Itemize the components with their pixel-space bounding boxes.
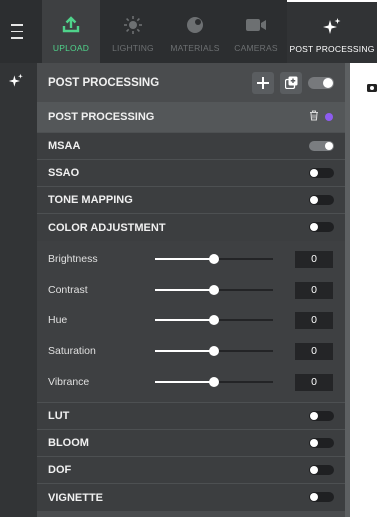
list-item-color-adjustment[interactable]: COLOR ADJUSTMENT	[37, 213, 345, 241]
tab-materials[interactable]: MATERIALS	[168, 0, 222, 63]
sparkle-icon[interactable]	[8, 73, 24, 94]
lut-toggle[interactable]	[309, 411, 334, 421]
saturation-label: Saturation	[48, 345, 96, 357]
ssao-toggle[interactable]	[309, 168, 334, 178]
top-toolbar: UPLOAD LIGHTING MATERIALS CAMERAS POST P…	[0, 0, 377, 63]
msaa-toggle[interactable]	[309, 141, 334, 151]
slider-handle[interactable]	[209, 254, 219, 264]
add-button[interactable]	[252, 71, 274, 94]
item-label: DOF	[48, 464, 72, 476]
saturation-row: Saturation 0	[37, 336, 345, 366]
color-dot	[325, 113, 333, 121]
tab-upload-label: UPLOAD	[52, 43, 90, 53]
section-header[interactable]: POST PROCESSING	[37, 102, 345, 132]
viewport[interactable]	[350, 63, 377, 517]
list-item-tone-mapping[interactable]: TONE MAPPING	[37, 186, 345, 213]
sparkle-icon	[322, 16, 342, 38]
duplicate-icon	[284, 76, 297, 89]
brightness-label: Brightness	[48, 253, 98, 265]
slider-handle[interactable]	[209, 315, 219, 325]
sun-icon	[123, 14, 143, 36]
panel-title: POST PROCESSING	[48, 76, 160, 89]
saturation-slider[interactable]	[155, 346, 273, 356]
tone-mapping-toggle[interactable]	[309, 195, 334, 205]
contrast-slider[interactable]	[155, 285, 273, 295]
brightness-slider[interactable]	[155, 254, 273, 264]
saturation-value[interactable]: 0	[295, 342, 333, 360]
list-item-bloom[interactable]: BLOOM	[37, 429, 345, 456]
color-adjustment-toggle[interactable]	[309, 222, 334, 232]
materials-icon	[185, 14, 205, 36]
item-label: VIGNETTE	[48, 491, 104, 504]
tab-post-processing-label: POST PROCESSING	[289, 44, 375, 54]
list-item-vignette[interactable]: VIGNETTE	[37, 483, 345, 511]
slider-handle[interactable]	[209, 285, 219, 295]
hue-value[interactable]: 0	[295, 311, 333, 329]
list-item-lut[interactable]: LUT	[37, 402, 345, 429]
list-item-ssao[interactable]: SSAO	[37, 159, 345, 186]
vibrance-row: Vibrance 0	[37, 367, 345, 397]
list-item-dof[interactable]: DOF	[37, 456, 345, 483]
item-label: TONE MAPPING	[48, 194, 133, 206]
tab-post-processing[interactable]: POST PROCESSING	[287, 0, 377, 63]
duplicate-button[interactable]	[280, 71, 302, 94]
vibrance-value[interactable]: 0	[295, 373, 333, 391]
vibrance-slider[interactable]	[155, 377, 273, 387]
hue-row: Hue 0	[37, 305, 345, 335]
tab-lighting-label: LIGHTING	[112, 43, 154, 53]
tab-lighting[interactable]: LIGHTING	[106, 0, 160, 63]
contrast-label: Contrast	[48, 284, 88, 296]
list-item-msaa[interactable]: MSAA	[37, 132, 345, 159]
item-label: BLOOM	[48, 437, 89, 449]
camera-icon	[245, 14, 267, 36]
tab-materials-label: MATERIALS	[170, 43, 220, 53]
hue-slider[interactable]	[155, 315, 273, 325]
panel-header: POST PROCESSING	[37, 63, 345, 102]
post-processing-enable-toggle[interactable]	[308, 76, 334, 89]
vibrance-label: Vibrance	[48, 376, 90, 388]
tab-cameras-label: CAMERAS	[234, 43, 278, 53]
slider-handle[interactable]	[209, 346, 219, 356]
tab-cameras[interactable]: CAMERAS	[230, 0, 282, 63]
brightness-row: Brightness 0	[37, 244, 345, 274]
camera-icon[interactable]	[367, 79, 377, 97]
left-rail	[0, 63, 37, 517]
bloom-toggle[interactable]	[309, 438, 334, 448]
panel-footer-divider	[37, 511, 345, 517]
contrast-value[interactable]: 0	[295, 281, 333, 299]
dof-toggle[interactable]	[309, 465, 334, 475]
hue-label: Hue	[48, 314, 68, 326]
plus-icon	[257, 76, 269, 89]
slider-handle[interactable]	[209, 377, 219, 387]
item-label: SSAO	[48, 167, 80, 179]
tab-upload[interactable]: UPLOAD	[42, 0, 100, 63]
item-label: LUT	[48, 410, 70, 422]
section-title: POST PROCESSING	[48, 111, 155, 123]
item-label: MSAA	[48, 140, 81, 152]
brightness-value[interactable]: 0	[295, 250, 333, 268]
item-label: COLOR ADJUSTMENT	[48, 221, 166, 234]
hamburger-icon	[11, 22, 23, 42]
trash-icon[interactable]	[309, 110, 319, 124]
upload-icon	[61, 14, 81, 36]
hamburger-menu-button[interactable]	[0, 0, 34, 63]
contrast-row: Contrast 0	[37, 275, 345, 305]
vignette-toggle[interactable]	[309, 492, 334, 502]
